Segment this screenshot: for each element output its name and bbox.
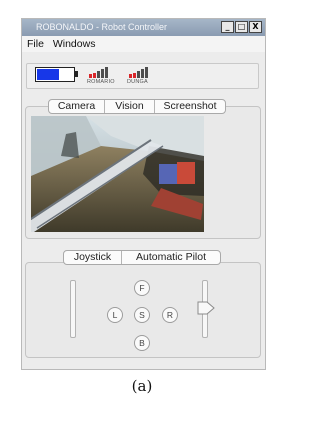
battery-level-fill: [37, 69, 59, 80]
robot-status-romario[interactable]: ROMARIO: [87, 67, 125, 87]
left-button[interactable]: L: [107, 307, 123, 323]
battery-icon: [35, 67, 75, 82]
status-panel: ROMARIO DUNGA: [26, 63, 259, 89]
battery-cap: [75, 71, 78, 77]
camera-tab-bar: Camera Vision Screenshot: [48, 99, 226, 114]
tab-camera[interactable]: Camera: [49, 100, 105, 113]
slider-thumb[interactable]: [197, 301, 215, 315]
control-tab-bar: Joystick Automatic Pilot: [63, 250, 221, 265]
back-button[interactable]: B: [134, 335, 150, 351]
signal-bars-icon: [89, 67, 108, 78]
signal-bars-icon: [129, 67, 148, 78]
figure-caption: (a): [131, 377, 153, 395]
robot-name: ROMARIO: [87, 79, 115, 85]
right-button[interactable]: R: [162, 307, 178, 323]
stop-button[interactable]: S: [134, 307, 150, 323]
robot-name: DUNGA: [127, 79, 148, 85]
speed-slider[interactable]: [70, 280, 76, 338]
robot-status-dunga[interactable]: DUNGA: [127, 67, 165, 87]
forward-button[interactable]: F: [134, 280, 150, 296]
camera-view: [31, 116, 204, 232]
tab-joystick[interactable]: Joystick: [64, 251, 122, 264]
tab-automatic-pilot[interactable]: Automatic Pilot: [122, 251, 220, 264]
tab-screenshot[interactable]: Screenshot: [155, 100, 225, 113]
tab-vision[interactable]: Vision: [105, 100, 155, 113]
